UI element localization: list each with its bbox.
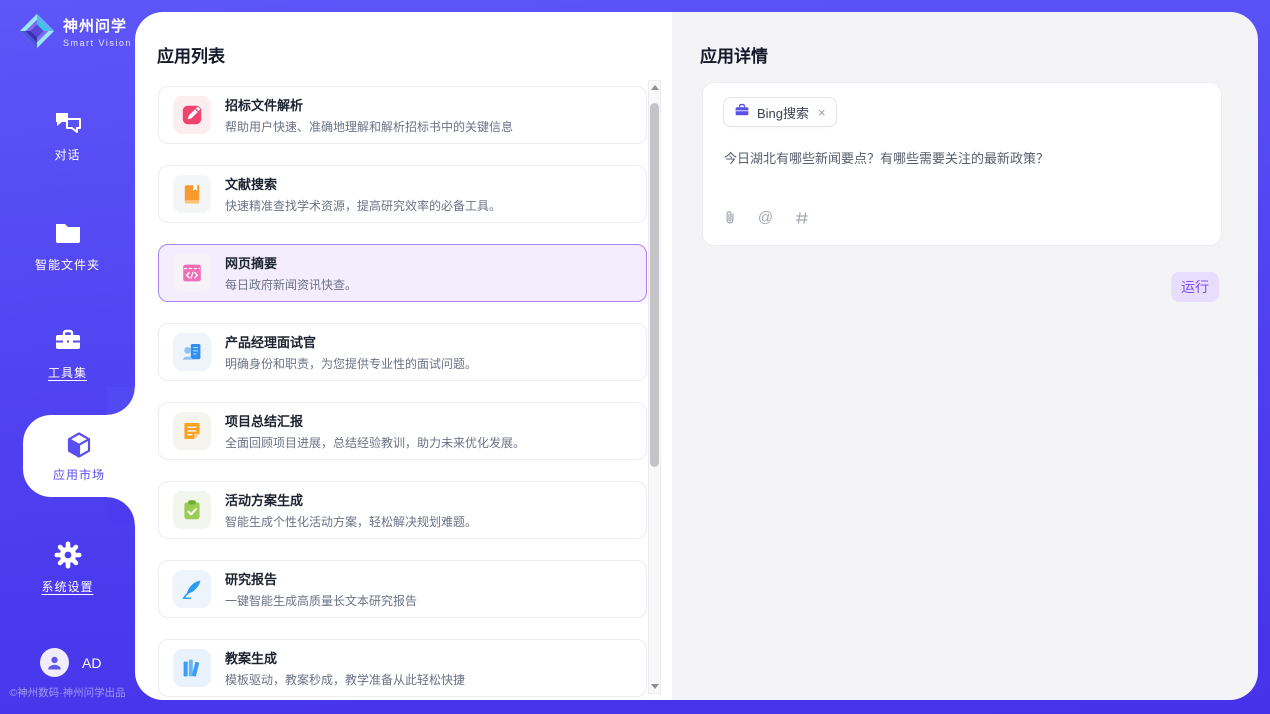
sidebar-item-对话[interactable]: 对话 <box>0 108 135 163</box>
pencil-square-icon <box>173 96 211 134</box>
app-card-title: 产品经理面试官 <box>225 332 477 351</box>
app-detail-title: 应用详情 <box>700 42 768 67</box>
scrollbar-thumb[interactable] <box>650 103 659 467</box>
copyright-text: ©神州数码·神州问学出品 <box>0 685 135 700</box>
query-composer[interactable]: Bing搜索 × 今日湖北有哪些新闻要点？有哪些需要关注的最新政策？ @ <box>702 82 1222 246</box>
sidebar-item-label: 对话 <box>54 146 80 163</box>
app-card-活动方案生成[interactable]: 活动方案生成智能生成个性化活动方案，轻松解决规划难题。 <box>158 481 647 539</box>
gear-icon <box>53 540 83 570</box>
app-card-description: 明确身份和职责，为您提供专业性的面试问题。 <box>225 355 477 372</box>
app-card-文献搜索[interactable]: 文献搜索快速精准查找学术资源，提高研究效率的必备工具。 <box>158 165 647 223</box>
user-chip[interactable]: AD <box>40 648 101 677</box>
sidebar-item-label: 智能文件夹 <box>35 256 100 273</box>
cube-icon <box>64 430 94 460</box>
close-icon[interactable]: × <box>818 106 826 119</box>
app-list-title: 应用列表 <box>157 42 225 67</box>
app-card-title: 招标文件解析 <box>225 95 513 114</box>
gem-logo-icon <box>18 12 56 50</box>
sidebar-item-label: 系统设置 <box>41 578 93 595</box>
app-card-description: 智能生成个性化活动方案，轻松解决规划难题。 <box>225 513 477 530</box>
brand-name: 神州问学 <box>63 15 132 36</box>
app-card-title: 教案生成 <box>225 648 465 667</box>
brand-logo: 神州问学 Smart Vision <box>18 12 132 50</box>
app-detail-panel: 应用详情 Bing搜索 × 今日湖北有哪些新闻要点？有哪些需要关注的最新政策？ … <box>672 12 1258 700</box>
app-card-list: 招标文件解析帮助用户快速、准确地理解和解析招标书中的关键信息文献搜索快速精准查找… <box>158 86 647 700</box>
app-card-教案生成[interactable]: 教案生成模板驱动，教案秒成，教学准备从此轻松快捷 <box>158 639 647 697</box>
book-icon <box>173 175 211 213</box>
sidebar-item-应用市场[interactable]: 应用市场 <box>23 415 135 497</box>
app-card-description: 一键智能生成高质量长文本研究报告 <box>225 592 417 609</box>
user-name: AD <box>82 655 101 671</box>
sidebar-item-工具集[interactable]: 工具集 <box>0 326 135 381</box>
browser-code-icon <box>173 254 211 292</box>
memo-icon <box>173 412 211 450</box>
clipboard-check-icon <box>173 491 211 529</box>
app-card-产品经理面试官[interactable]: 产品经理面试官明确身份和职责，为您提供专业性的面试问题。 <box>158 323 647 381</box>
toolbox-icon <box>53 326 83 356</box>
scroll-up-icon[interactable] <box>649 81 660 94</box>
app-window: 神州问学 Smart Vision 对话智能文件夹工具集应用市场系统设置 AD … <box>0 0 1270 714</box>
books-icon <box>173 649 211 687</box>
sidebar-item-系统设置[interactable]: 系统设置 <box>0 540 135 595</box>
app-card-title: 文献搜索 <box>225 174 501 193</box>
app-card-description: 模板驱动，教案秒成，教学准备从此轻松快捷 <box>225 671 465 688</box>
app-card-title: 活动方案生成 <box>225 490 477 509</box>
interviewer-icon <box>173 333 211 371</box>
tool-tag-bing[interactable]: Bing搜索 × <box>723 97 837 127</box>
brand-subtitle: Smart Vision <box>63 38 132 48</box>
query-text[interactable]: 今日湖北有哪些新闻要点？有哪些需要关注的最新政策？ <box>724 149 1202 169</box>
app-card-title: 网页摘要 <box>225 253 357 272</box>
quill-icon <box>173 570 211 608</box>
app-card-title: 项目总结汇报 <box>225 411 525 430</box>
sidebar: 神州问学 Smart Vision 对话智能文件夹工具集应用市场系统设置 AD … <box>0 0 135 714</box>
briefcase-icon <box>734 102 750 123</box>
app-card-description: 帮助用户快速、准确地理解和解析招标书中的关键信息 <box>225 118 513 135</box>
hash-icon[interactable] <box>793 209 810 226</box>
app-card-网页摘要[interactable]: 网页摘要每日政府新闻资讯快查。 <box>158 244 647 302</box>
app-card-description: 快速精准查找学术资源，提高研究效率的必备工具。 <box>225 197 501 214</box>
paperclip-icon[interactable] <box>721 209 738 226</box>
sidebar-item-label: 应用市场 <box>53 466 105 483</box>
app-card-title: 研究报告 <box>225 569 417 588</box>
app-card-description: 每日政府新闻资讯快查。 <box>225 276 357 293</box>
app-card-项目总结汇报[interactable]: 项目总结汇报全面回顾项目进展，总结经验教训，助力未来优化发展。 <box>158 402 647 460</box>
user-icon <box>40 648 69 677</box>
scroll-down-icon[interactable] <box>649 680 660 693</box>
sidebar-item-智能文件夹[interactable]: 智能文件夹 <box>0 218 135 273</box>
run-button[interactable]: 运行 <box>1171 272 1219 302</box>
app-card-研究报告[interactable]: 研究报告一键智能生成高质量长文本研究报告 <box>158 560 647 618</box>
chat-icon <box>53 108 83 138</box>
app-list-panel: 应用列表 招标文件解析帮助用户快速、准确地理解和解析招标书中的关键信息文献搜索快… <box>135 12 672 700</box>
folder-icon <box>53 218 83 248</box>
composer-toolbar: @ <box>721 209 810 226</box>
tool-tag-label: Bing搜索 <box>757 103 809 122</box>
scrollbar[interactable] <box>648 80 661 694</box>
sidebar-item-label: 工具集 <box>48 364 87 381</box>
at-icon[interactable]: @ <box>757 209 774 226</box>
app-card-招标文件解析[interactable]: 招标文件解析帮助用户快速、准确地理解和解析招标书中的关键信息 <box>158 86 647 144</box>
app-card-description: 全面回顾项目进展，总结经验教训，助力未来优化发展。 <box>225 434 525 451</box>
